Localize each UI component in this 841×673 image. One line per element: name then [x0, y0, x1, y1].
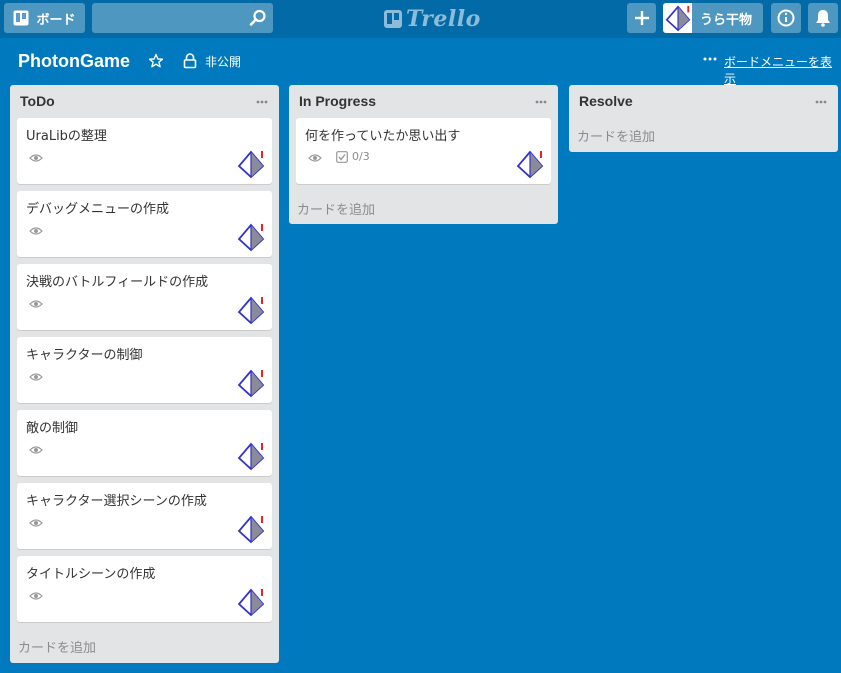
eye-icon [29, 519, 43, 527]
avatar-icon[interactable] [236, 514, 266, 544]
card[interactable]: UraLibの整理 [17, 118, 272, 184]
boards-button-label: ボード [36, 12, 76, 28]
list-todo: ToDo UraLibの整理 デバッグメニューの作成 決戦のバトルフィールドの作… [10, 85, 279, 663]
avatar-icon[interactable] [236, 149, 266, 179]
menu-dots-icon[interactable] [703, 56, 717, 62]
bell-icon [816, 10, 830, 27]
list-menu-icon[interactable] [535, 100, 547, 104]
add-card-link[interactable]: カードを追加 [297, 199, 375, 218]
list-title[interactable]: In Progress [299, 93, 376, 109]
eye-icon [308, 154, 322, 162]
search-input[interactable] [92, 3, 273, 33]
notifications-button[interactable] [808, 3, 838, 33]
eye-icon [29, 592, 43, 600]
avatar-icon[interactable] [515, 149, 545, 179]
card[interactable]: デバッグメニューの作成 [17, 191, 272, 257]
eye-icon [29, 300, 43, 308]
show-board-menu-link[interactable]: ボードメニューを表示 [724, 53, 841, 87]
card-title: 敵の制御 [26, 421, 79, 436]
info-button[interactable] [771, 3, 801, 33]
avatar-icon [665, 5, 690, 32]
card[interactable]: キャラクター選択シーンの作成 [17, 483, 272, 549]
avatar-icon[interactable] [236, 295, 266, 325]
list-menu-icon[interactable] [815, 100, 827, 104]
top-header: ボード Trello うら干物 [0, 0, 841, 38]
info-icon [777, 9, 795, 27]
list-title[interactable]: Resolve [579, 93, 633, 109]
card[interactable]: 決戦のバトルフィールドの作成 [17, 264, 272, 330]
card-title: 何を作っていたか思い出す [305, 129, 461, 144]
avatar-icon[interactable] [236, 368, 266, 398]
add-card-link[interactable]: カードを追加 [18, 637, 96, 656]
board-visibility[interactable]: 非公開 [205, 53, 241, 70]
add-card-link[interactable]: カードを追加 [577, 126, 655, 145]
star-icon[interactable] [148, 53, 164, 69]
card[interactable]: キャラクターの制御 [17, 337, 272, 403]
card-title: キャラクターの制御 [26, 348, 143, 363]
eye-icon [29, 446, 43, 454]
card-title: キャラクター選択シーンの作成 [26, 494, 207, 509]
trello-logo-icon [384, 10, 402, 28]
card-title: 決戦のバトルフィールドの作成 [26, 275, 209, 290]
avatar-icon[interactable] [236, 222, 266, 252]
card-title: タイトルシーンの作成 [26, 567, 156, 582]
boards-icon [13, 10, 29, 26]
lock-icon [183, 53, 197, 69]
user-name: うら干物 [700, 12, 753, 28]
list-menu-icon[interactable] [256, 100, 268, 104]
trello-logo[interactable]: Trello [384, 6, 481, 32]
avatar [663, 3, 692, 33]
eye-icon [29, 373, 43, 381]
list-resolve: Resolve カードを追加 [569, 85, 838, 152]
plus-icon [634, 11, 649, 25]
card[interactable]: タイトルシーンの作成 [17, 556, 272, 622]
list-title[interactable]: ToDo [20, 93, 55, 109]
checklist-icon [336, 151, 348, 163]
avatar-icon[interactable] [236, 587, 266, 617]
boards-button[interactable]: ボード [4, 3, 85, 33]
search-icon[interactable] [249, 9, 267, 27]
card-title: デバッグメニューの作成 [26, 202, 170, 217]
eye-icon [29, 154, 43, 162]
checklist-count: 0/3 [352, 150, 370, 163]
avatar-icon[interactable] [236, 441, 266, 471]
add-button[interactable] [627, 3, 656, 33]
board-title[interactable]: PhotonGame [18, 51, 130, 72]
list-in-progress: In Progress 何を作っていたか思い出す 0/3 カードを追加 [289, 85, 558, 224]
card[interactable]: 何を作っていたか思い出す 0/3 [296, 118, 551, 184]
card-title: UraLibの整理 [26, 129, 107, 144]
member-menu-button[interactable]: うら干物 [663, 3, 763, 33]
eye-icon [29, 227, 43, 235]
trello-logo-text: Trello [406, 6, 481, 32]
card[interactable]: 敵の制御 [17, 410, 272, 476]
